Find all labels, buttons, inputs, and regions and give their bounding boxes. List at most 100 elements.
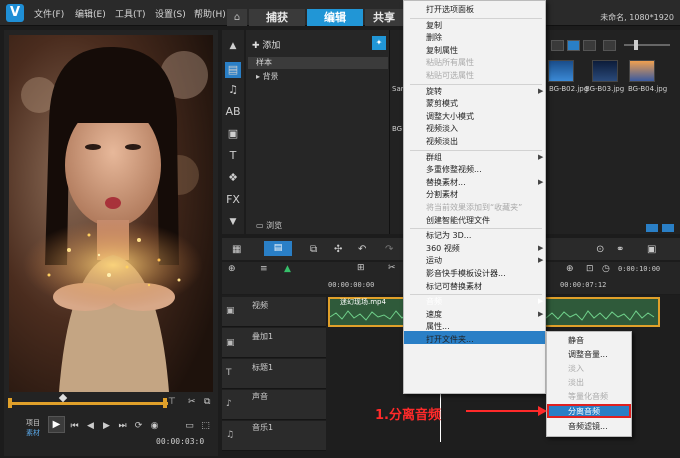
timecode-display[interactable]: 00:00:03:0 <box>156 437 204 446</box>
context-menu-item[interactable]: 复制属性 <box>426 45 458 56</box>
context-menu-item[interactable]: 视频淡入 <box>426 123 458 134</box>
context-menu-item[interactable]: 运动 <box>426 255 442 266</box>
track-header-music[interactable] <box>222 421 326 451</box>
context-menu-item[interactable]: 调整大小模式 <box>426 111 474 122</box>
thumbnail[interactable] <box>592 60 618 82</box>
context-menu-item[interactable]: 替换素材... <box>426 177 466 188</box>
zoom-fit-icon[interactable]: ⊡ <box>586 264 594 274</box>
track-header-voice[interactable] <box>222 390 326 420</box>
zoom-in-icon[interactable]: ⊕ <box>566 264 574 274</box>
view-grid-icon[interactable] <box>567 40 580 51</box>
home-icon[interactable]: ⌂ <box>227 9 247 26</box>
fx-icon[interactable]: FX <box>225 192 241 208</box>
video-preview[interactable] <box>9 35 213 392</box>
submenu-item[interactable]: 调整音量... <box>568 349 608 360</box>
graphics-icon[interactable]: ❖ <box>225 170 241 186</box>
tab-share[interactable]: 共享 <box>365 9 403 26</box>
context-menu-item[interactable]: 360 视频 <box>426 243 460 254</box>
track-header-title[interactable] <box>222 359 326 389</box>
pin-icon[interactable]: ✦ <box>372 36 386 50</box>
context-menu-item[interactable]: 群组 <box>426 152 442 163</box>
prev-frame-icon[interactable]: ◀ <box>84 420 97 433</box>
end-icon[interactable]: ⏭ <box>116 420 129 433</box>
repeat-icon[interactable]: ⟳ <box>132 420 145 433</box>
menu-tools[interactable]: 工具(T) <box>115 7 146 20</box>
instant-project-icon[interactable]: ♫ <box>225 82 241 98</box>
context-menu-item[interactable]: 音频 <box>426 296 442 307</box>
clip-mode-label[interactable]: 素材 <box>26 428 40 438</box>
thumbnail[interactable] <box>629 60 655 82</box>
title-lib-icon[interactable]: ▣ <box>225 126 241 142</box>
scrub-bar[interactable] <box>8 402 168 405</box>
tab-capture[interactable]: 捕获 <box>249 9 305 26</box>
next-frame-icon[interactable]: ▶ <box>100 420 113 433</box>
context-menu-item[interactable]: 标记可替换素材 <box>426 281 482 292</box>
scroll-up-icon[interactable]: ▲ <box>225 38 241 54</box>
folder-background[interactable]: ▸ 背景 <box>256 71 279 82</box>
ripple-icon[interactable]: ≡ <box>260 264 268 274</box>
track-header-video[interactable] <box>222 297 326 327</box>
context-menu-item[interactable]: 分割素材 <box>426 189 458 200</box>
home-start-icon[interactable]: ⏮ <box>68 420 81 433</box>
add-track-icon[interactable]: ⊕ <box>228 264 236 274</box>
auto-music-icon[interactable]: ⊙ <box>596 244 604 255</box>
context-menu-item[interactable]: 标记为 3D... <box>426 230 471 241</box>
context-menu-item[interactable]: 打开文件夹... <box>426 334 474 345</box>
submenu-item[interactable]: 分离音频 <box>568 406 600 417</box>
mark-out-handle[interactable] <box>163 398 167 408</box>
mixer-icon[interactable]: ✣ <box>334 244 342 255</box>
volume-icon[interactable]: ◉ <box>148 420 161 433</box>
thumb-size-handle[interactable] <box>634 40 638 50</box>
context-menu-item[interactable]: 多重修整视频... <box>426 164 482 175</box>
cut-icon[interactable]: ✂ <box>188 397 196 407</box>
marker-icon[interactable]: ▲ <box>284 264 291 274</box>
tab-edit[interactable]: 编辑 <box>307 9 363 26</box>
timeline-view-icon[interactable] <box>662 224 674 232</box>
project-mode-label[interactable]: 项目 <box>26 418 40 428</box>
snapshot-icon[interactable]: ⧉ <box>204 397 210 407</box>
storyboard-view-icon[interactable] <box>646 224 658 232</box>
menu-edit[interactable]: 编辑(E) <box>75 7 106 20</box>
context-menu-item[interactable]: 打开选项面板 <box>426 4 474 15</box>
menu-settings[interactable]: 设置(S) <box>155 7 186 20</box>
media-icon[interactable]: ▤ <box>225 62 241 78</box>
view-detail-icon[interactable] <box>583 40 596 51</box>
browse-button[interactable]: ▭ 浏览 <box>256 220 282 231</box>
mark-in-icon[interactable]: ⊤ <box>168 397 176 407</box>
menu-help[interactable]: 帮助(H) <box>194 7 226 20</box>
subtitle-icon[interactable]: ▣ <box>647 244 656 255</box>
mark-in-handle[interactable] <box>8 398 12 408</box>
clock-icon[interactable]: ◷ <box>602 264 610 274</box>
track-manager-icon[interactable]: ⧉ <box>310 244 317 255</box>
text-icon[interactable]: T <box>225 148 241 164</box>
play-button[interactable]: ▶ <box>48 416 65 433</box>
context-menu-item[interactable]: 蒙剪模式 <box>426 98 458 109</box>
context-menu-item[interactable]: 旋转 <box>426 86 442 97</box>
thumb-size-slider[interactable] <box>624 44 670 46</box>
fit-icon[interactable]: ⊞ <box>357 263 365 273</box>
resolution-icon[interactable]: ▭ <box>183 420 196 433</box>
view-list-icon[interactable] <box>551 40 564 51</box>
context-menu-item[interactable]: 删除 <box>426 32 442 43</box>
scroll-down-icon[interactable]: ▼ <box>225 214 241 230</box>
submenu-item[interactable]: 静音 <box>568 335 584 346</box>
track-header-overlay[interactable] <box>222 328 326 358</box>
motion-icon[interactable]: ⚭ <box>616 244 624 255</box>
context-menu-item[interactable]: 复制 <box>426 20 442 31</box>
submenu-item[interactable]: 音频滤镜... <box>568 421 608 432</box>
context-menu-item[interactable]: 影音快手模板设计器... <box>426 268 506 279</box>
timeline-mode-icon[interactable]: ▤ <box>264 241 292 256</box>
sort-icon[interactable] <box>603 40 616 51</box>
menu-file[interactable]: 文件(F) <box>34 7 64 20</box>
fullscreen-icon[interactable]: ⬚ <box>199 420 212 433</box>
scissors-icon[interactable]: ✂ <box>388 263 396 273</box>
context-menu-item[interactable]: 创建智能代理文件 <box>426 215 490 226</box>
context-menu-item[interactable]: 速度 <box>426 309 442 320</box>
undo-icon[interactable]: ↶ <box>358 244 366 255</box>
storyboard-icon[interactable]: ▦ <box>232 244 241 255</box>
add-folder-button[interactable]: ✚ 添加 <box>252 38 280 51</box>
redo-icon[interactable]: ↷ <box>385 244 393 255</box>
thumbnail[interactable] <box>548 60 574 82</box>
transition-icon[interactable]: AB <box>225 104 241 120</box>
context-menu-item[interactable]: 视频淡出 <box>426 136 458 147</box>
